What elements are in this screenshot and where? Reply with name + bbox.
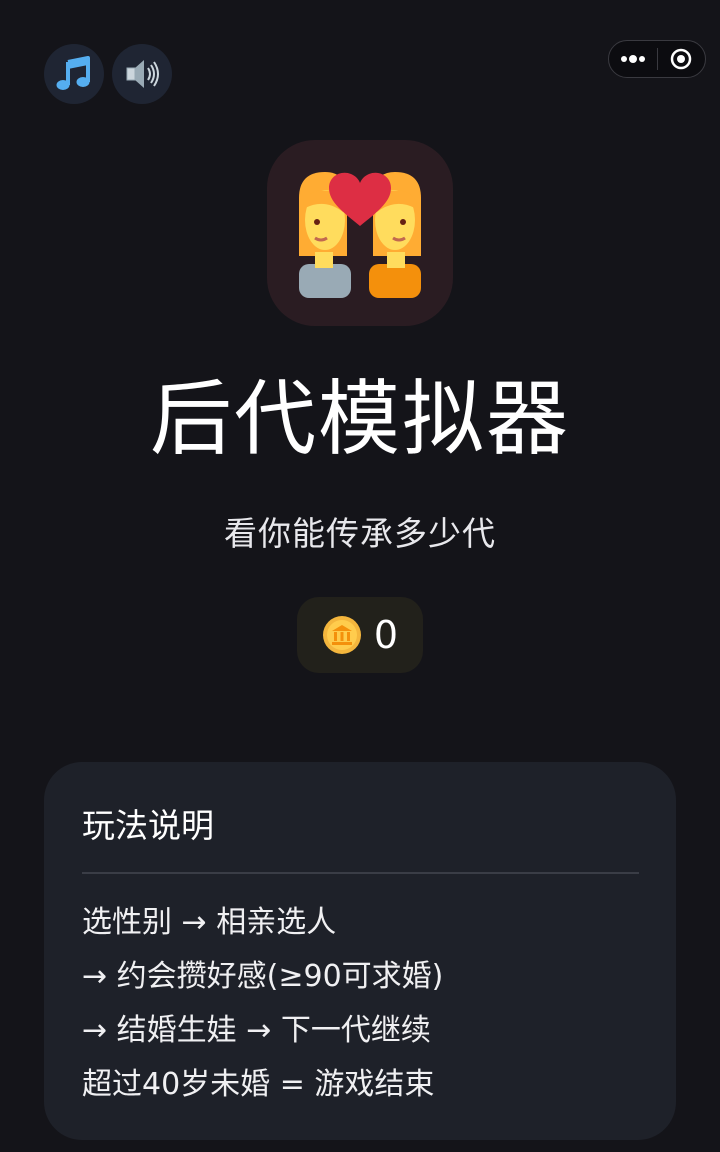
couple-with-heart-icon <box>299 172 421 298</box>
speaker-icon <box>126 60 159 88</box>
coin-count: 0 <box>373 613 399 657</box>
rules-list: 选性别 → 相亲选人 → 约会攒好感(≥90可求婚) → 结婚生娃 → 下一代继… <box>82 896 443 1112</box>
app-title: 后代模拟器 <box>149 372 570 467</box>
rules-divider <box>82 872 639 874</box>
miniprogram-capsule <box>608 40 706 78</box>
app-logo <box>267 140 453 326</box>
app-subtitle: 看你能传承多少代 <box>224 514 496 553</box>
rules-line: → 结婚生娃 → 下一代继续 <box>82 1013 431 1048</box>
rules-line: 超过40岁未婚 = 游戏结束 <box>82 1067 435 1102</box>
more-dots-icon <box>620 55 645 63</box>
coin-balance: 0 <box>297 597 423 673</box>
more-button[interactable] <box>609 41 657 77</box>
close-button[interactable] <box>658 41 706 77</box>
rules-line: → 约会攒好感(≥90可求婚) <box>82 959 444 994</box>
rules-card: 玩法说明 选性别 → 相亲选人 → 约会攒好感(≥90可求婚) → 结婚生娃 →… <box>44 762 676 1140</box>
home-screen: 后代模拟器 看你能传承多少代 0 玩法说明 选性别 → 相亲选人 → 约会攒好感… <box>0 0 720 1152</box>
target-close-icon <box>671 48 692 70</box>
rules-title: 玩法说明 <box>82 806 214 845</box>
music-note-icon <box>56 56 90 90</box>
sound-toggle-button[interactable] <box>112 44 172 104</box>
rules-line: 选性别 → 相亲选人 <box>82 905 337 940</box>
music-toggle-button[interactable] <box>44 44 104 104</box>
coin-icon <box>322 616 361 654</box>
